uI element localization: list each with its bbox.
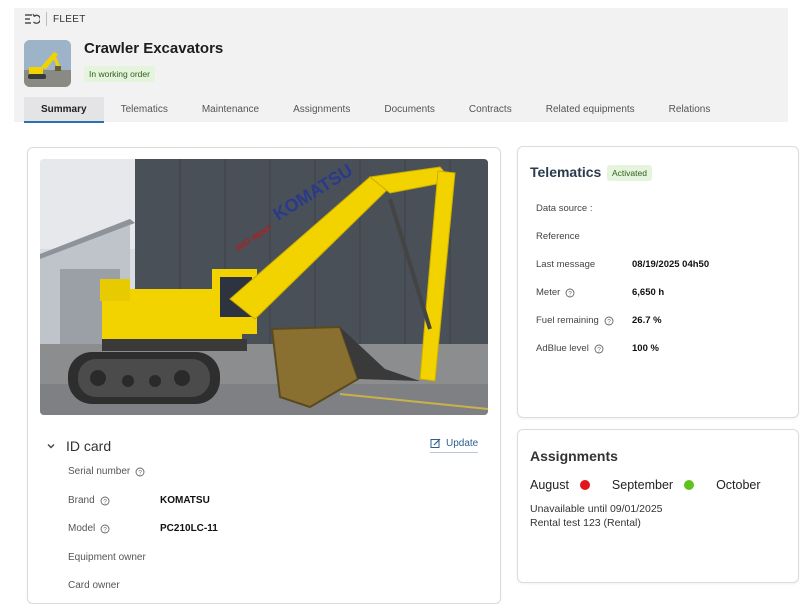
telematics-row-meter: Meter ? 6,650 h — [536, 287, 796, 298]
field-equipment-owner: Equipment owner — [68, 552, 468, 563]
tab-assignments[interactable]: Assignments — [276, 97, 367, 123]
breadcrumb-fleet-link[interactable]: FLEET — [53, 14, 86, 25]
telematics-value: 26.7 % — [632, 315, 662, 326]
tab-summary[interactable]: Summary — [24, 97, 104, 123]
summary-card: KOMATSU MAT RENT ID card Update Serial n… — [27, 147, 501, 604]
field-label: Serial number — [68, 466, 131, 477]
tab-documents[interactable]: Documents — [367, 97, 452, 123]
id-card-header[interactable]: ID card — [46, 438, 111, 454]
field-card-owner: Card owner — [68, 580, 468, 591]
edit-icon — [430, 438, 441, 448]
telematics-value: 100 % — [632, 343, 659, 354]
breadcrumb-separator — [46, 12, 47, 26]
page-title: Crawler Excavators — [84, 40, 224, 57]
menu-history-icon[interactable] — [24, 12, 40, 26]
tab-bar: Summary Telematics Maintenance Assignmen… — [24, 97, 727, 123]
month-august[interactable]: August — [530, 478, 590, 492]
chevron-down-icon[interactable] — [46, 441, 56, 451]
svg-text:?: ? — [103, 526, 107, 533]
tab-relations[interactable]: Relations — [652, 97, 728, 123]
telematics-title: Telematics — [530, 164, 602, 180]
telematics-label: Fuel remaining — [536, 315, 599, 326]
month-september[interactable]: September — [611, 478, 695, 492]
month-label: September — [611, 478, 674, 492]
help-icon[interactable]: ? — [135, 467, 145, 477]
svg-text:?: ? — [607, 318, 611, 325]
field-brand: Brand ? KOMATSU — [68, 495, 468, 506]
status-badge: In working order — [84, 66, 155, 82]
telematics-status-badge: Activated — [607, 165, 652, 181]
field-label: Brand — [68, 495, 95, 506]
assignments-title: Assignments — [530, 448, 618, 464]
help-icon[interactable]: ? — [594, 344, 604, 354]
telematics-row-data-source: Data source : — [536, 203, 796, 214]
telematics-value: 6,650 h — [632, 287, 665, 298]
unavailable-dot-icon — [579, 480, 590, 490]
telematics-label: Reference — [536, 231, 580, 242]
available-dot-icon — [684, 480, 695, 490]
breadcrumb: FLEET — [24, 12, 86, 26]
svg-text:?: ? — [138, 469, 142, 476]
tab-contracts[interactable]: Contracts — [452, 97, 529, 123]
update-button-label: Update — [446, 438, 479, 449]
field-model: Model ? PC210LC-11 — [68, 523, 468, 534]
equipment-photo: KOMATSU MAT RENT — [40, 159, 488, 415]
help-icon[interactable]: ? — [604, 316, 614, 326]
field-value: PC210LC-11 — [160, 523, 218, 534]
asset-thumbnail — [24, 40, 71, 87]
update-button[interactable]: Update — [430, 438, 479, 453]
field-label: Card owner — [68, 580, 120, 591]
unavailable-until-text: Unavailable until 09/01/2025 — [530, 503, 663, 515]
month-label: August — [530, 478, 569, 492]
id-card-title: ID card — [66, 438, 112, 454]
telematics-row-last-message: Last message 08/19/2025 04h50 — [536, 259, 796, 270]
tab-telematics[interactable]: Telematics — [104, 97, 185, 123]
telematics-label: Meter — [536, 287, 561, 298]
help-icon[interactable]: ? — [100, 524, 110, 534]
field-label: Model — [68, 523, 96, 534]
month-label: October — [716, 478, 761, 492]
telematics-value: 08/19/2025 04h50 — [632, 259, 710, 270]
telematics-row-fuel: Fuel remaining ? 26.7 % — [536, 315, 796, 326]
help-icon[interactable]: ? — [100, 496, 110, 506]
telematics-card: Telematics Activated Data source : Refer… — [517, 146, 799, 418]
field-label: Equipment owner — [68, 552, 146, 563]
assignments-month-strip: August September October — [530, 478, 783, 492]
field-serial-number: Serial number ? — [68, 466, 468, 477]
tab-maintenance[interactable]: Maintenance — [185, 97, 276, 123]
telematics-row-adblue: AdBlue level ? 100 % — [536, 343, 796, 354]
telematics-label: Data source : — [536, 203, 593, 214]
field-value: KOMATSU — [160, 495, 210, 506]
assignments-card: Assignments August September October Una… — [517, 429, 799, 583]
help-icon[interactable]: ? — [565, 288, 575, 298]
svg-text:?: ? — [103, 498, 107, 505]
telematics-label: Last message — [536, 259, 596, 270]
telematics-label: AdBlue level — [536, 343, 589, 354]
month-october[interactable]: October — [716, 478, 760, 492]
tab-related-equipments[interactable]: Related equipments — [529, 97, 652, 123]
rental-link[interactable]: Rental test 123 (Rental) — [530, 517, 641, 529]
svg-text:?: ? — [597, 346, 601, 353]
telematics-row-reference: Reference — [536, 231, 796, 242]
svg-text:?: ? — [568, 290, 572, 297]
